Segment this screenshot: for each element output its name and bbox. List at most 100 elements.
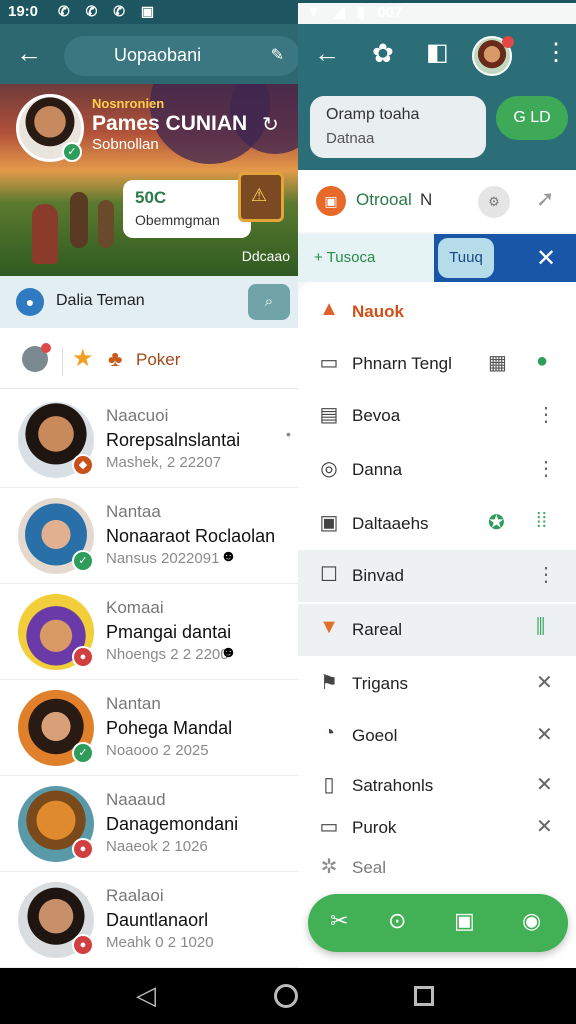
menu-item-phnarn[interactable]: ▭ Phnarn Tengl ▦ ● bbox=[298, 338, 576, 390]
chat-icon[interactable]: ● bbox=[536, 350, 548, 373]
contacts-icon[interactable]: ◧ bbox=[426, 38, 449, 67]
chat-list-pane: ← Uopaobani ✎ ✓ Nosnronien Pames CUNIAN … bbox=[0, 24, 298, 968]
menu-item-nauok[interactable]: ▲ Nauok bbox=[298, 286, 576, 338]
menu-item-label: Satrahonls bbox=[352, 776, 434, 795]
notification-icons: ✆ ✆ ✆ ▣ bbox=[58, 3, 161, 19]
profile-icon: ● bbox=[16, 288, 44, 316]
wallet-icon[interactable]: ▣ bbox=[454, 908, 475, 934]
character-figure bbox=[32, 204, 58, 264]
grid-icon[interactable]: ⁞⁞ bbox=[536, 510, 547, 533]
calendar-icon: ▤ bbox=[319, 404, 339, 426]
chat-name: Dauntlanaorl bbox=[106, 910, 209, 930]
message-line-2: Datnaa bbox=[326, 130, 375, 147]
gauge-icon: ◔ bbox=[322, 722, 336, 744]
menu-item-trigans[interactable]: ⚑ Trigans ✕ bbox=[298, 658, 576, 710]
menu-item-danna[interactable]: ◎ Danna ⋮ bbox=[298, 444, 576, 496]
shop-icon: ▣ bbox=[316, 186, 346, 216]
more-vertical-icon[interactable]: ⋮ bbox=[536, 402, 556, 427]
emoji-icon: ☻ bbox=[220, 644, 237, 661]
menu-item-rareal[interactable]: ▼ Rareal ⫼ bbox=[298, 604, 576, 656]
checkbox-icon: ☐ bbox=[320, 564, 338, 586]
tab-active[interactable]: Tuuq bbox=[438, 238, 494, 278]
close-icon[interactable]: ✕ bbox=[536, 670, 553, 695]
chat-row[interactable]: ● Naaaud Danagemondani Naaeok 2 1026 bbox=[0, 776, 298, 872]
menu-item-label: Bevoa bbox=[352, 406, 401, 425]
trophy-icon: ▼ bbox=[319, 616, 339, 638]
chat-row[interactable]: ✓ Nantan Pohega Mandal Noaooo 2 2025 bbox=[0, 680, 298, 776]
close-icon[interactable]: ✕ bbox=[536, 772, 553, 797]
tab-strip: + Tusoca Tuuq ✕ bbox=[298, 234, 576, 282]
tab-new[interactable]: + Tusoca bbox=[314, 249, 375, 266]
avatar[interactable] bbox=[472, 36, 514, 76]
poker-icon: ♣ bbox=[108, 346, 123, 371]
filter-tag[interactable]: Poker bbox=[136, 350, 180, 370]
puzzle-icon[interactable]: ✿ bbox=[372, 38, 394, 69]
chat-name: Nonaaraot Roclaolan bbox=[106, 526, 276, 546]
treasure-chest-icon[interactable]: ⚠ bbox=[238, 172, 284, 222]
bars-icon[interactable]: ⫼ bbox=[536, 616, 545, 639]
search-bar[interactable]: ● Dalia Teman ⌕ bbox=[0, 276, 298, 328]
chat-row[interactable]: ● Komaai Pmangai dantai Nhoengs 2 2 2200… bbox=[0, 584, 298, 680]
status-badge: ◆ bbox=[72, 454, 94, 476]
back-triangle-icon[interactable]: ◁ bbox=[136, 980, 156, 1011]
compose-icon[interactable]: ✎ bbox=[271, 45, 284, 65]
chat-row[interactable]: ● Raalaoi Dauntlanaorl Meahk 0 2 1020 bbox=[0, 872, 298, 968]
battery-icon: ▮ bbox=[356, 4, 366, 21]
status-badge: ● bbox=[72, 934, 94, 956]
arrow-right-icon[interactable]: ➚ bbox=[536, 186, 554, 212]
chat-name: Danagemondani bbox=[106, 814, 239, 834]
back-arrow-icon[interactable]: ← bbox=[314, 38, 340, 69]
signal-icon: ◢ bbox=[333, 4, 345, 21]
more-dot-icon: • bbox=[286, 426, 291, 442]
folder-icon: ▭ bbox=[319, 816, 339, 838]
back-arrow-icon[interactable]: ← bbox=[16, 38, 42, 69]
tools-icon[interactable]: ✂ bbox=[330, 908, 348, 934]
home-circle-icon[interactable] bbox=[274, 984, 298, 1008]
more-vertical-icon[interactable]: ⋮ bbox=[536, 456, 556, 481]
document-icon: ▯ bbox=[323, 774, 335, 796]
divider bbox=[0, 388, 298, 389]
banner-footer: Ddcaao bbox=[241, 248, 290, 264]
menu-header: ← ✿ ◧ ⋮ Oramp toaha Datnaa G LD bbox=[298, 24, 576, 170]
close-icon[interactable]: ✕ bbox=[536, 814, 553, 839]
banner-kicker: Nosnronien bbox=[92, 96, 165, 111]
menu-item-label: Binvad bbox=[352, 566, 404, 585]
message-bubble[interactable]: Oramp toaha Datnaa bbox=[310, 96, 486, 158]
badge-icon[interactable]: ✪ bbox=[488, 510, 505, 535]
reward-card[interactable]: 50C Obemmgman bbox=[123, 180, 251, 238]
eye-icon[interactable]: ◉ bbox=[522, 908, 541, 934]
settings-icon[interactable]: ⚙ bbox=[478, 186, 510, 218]
go-button[interactable]: G LD bbox=[496, 96, 568, 140]
menu-item-seal[interactable]: ✲ Seal bbox=[298, 842, 576, 894]
menu-item-daltaaehs[interactable]: ▣ Daltaaehs ✪ ⁞⁞ bbox=[298, 498, 576, 550]
title-pill[interactable]: Uopaobani ✎ bbox=[64, 36, 298, 76]
share-icon[interactable]: ↻ bbox=[262, 112, 279, 137]
notification-icon[interactable] bbox=[22, 343, 51, 372]
menu-item-bevoa[interactable]: ▤ Bevoa ⋮ bbox=[298, 390, 576, 442]
status-badge: ✓ bbox=[72, 550, 94, 572]
close-icon[interactable]: ✕ bbox=[536, 722, 553, 747]
location-icon[interactable]: ⊙ bbox=[388, 908, 406, 934]
chat-row[interactable]: ✓ Nantaa Nonaaraot Roclaolan Nansus 2022… bbox=[0, 488, 298, 584]
recents-square-icon[interactable] bbox=[414, 986, 434, 1006]
more-vertical-icon[interactable]: ⋮ bbox=[536, 562, 556, 587]
open-row[interactable]: ▣ Otrooal N ⚙ ➚ bbox=[298, 170, 576, 232]
more-vertical-icon[interactable]: ⋮ bbox=[544, 38, 568, 67]
chat-row[interactable]: ◆ Naacuoi Rorepsalnslantai Mashek, 2 222… bbox=[0, 392, 298, 488]
menu-item-goeol[interactable]: ◔ Goeol ✕ bbox=[298, 710, 576, 762]
open-row-label: Otrooal bbox=[356, 190, 412, 209]
chat-top: Naacuoi bbox=[106, 406, 169, 425]
star-icon[interactable]: ★ bbox=[72, 344, 94, 373]
chat-top: Komaai bbox=[106, 598, 164, 617]
message-line-1: Oramp toaha bbox=[326, 106, 420, 123]
menu-item-label: Nauok bbox=[352, 302, 404, 321]
search-button[interactable]: ⌕ bbox=[248, 284, 290, 320]
camera-icon[interactable]: ▦ bbox=[488, 350, 507, 375]
close-icon[interactable]: ✕ bbox=[536, 244, 556, 273]
menu-item-label: Seal bbox=[352, 858, 387, 877]
gear-icon: ✲ bbox=[320, 856, 338, 878]
chat-sub: Naaeok 2 1026 bbox=[106, 838, 208, 855]
banner-name: Pames CUNIAN bbox=[92, 112, 248, 135]
character-figure bbox=[70, 192, 88, 248]
menu-item-binvad[interactable]: ☐ Binvad ⋮ bbox=[298, 550, 576, 602]
